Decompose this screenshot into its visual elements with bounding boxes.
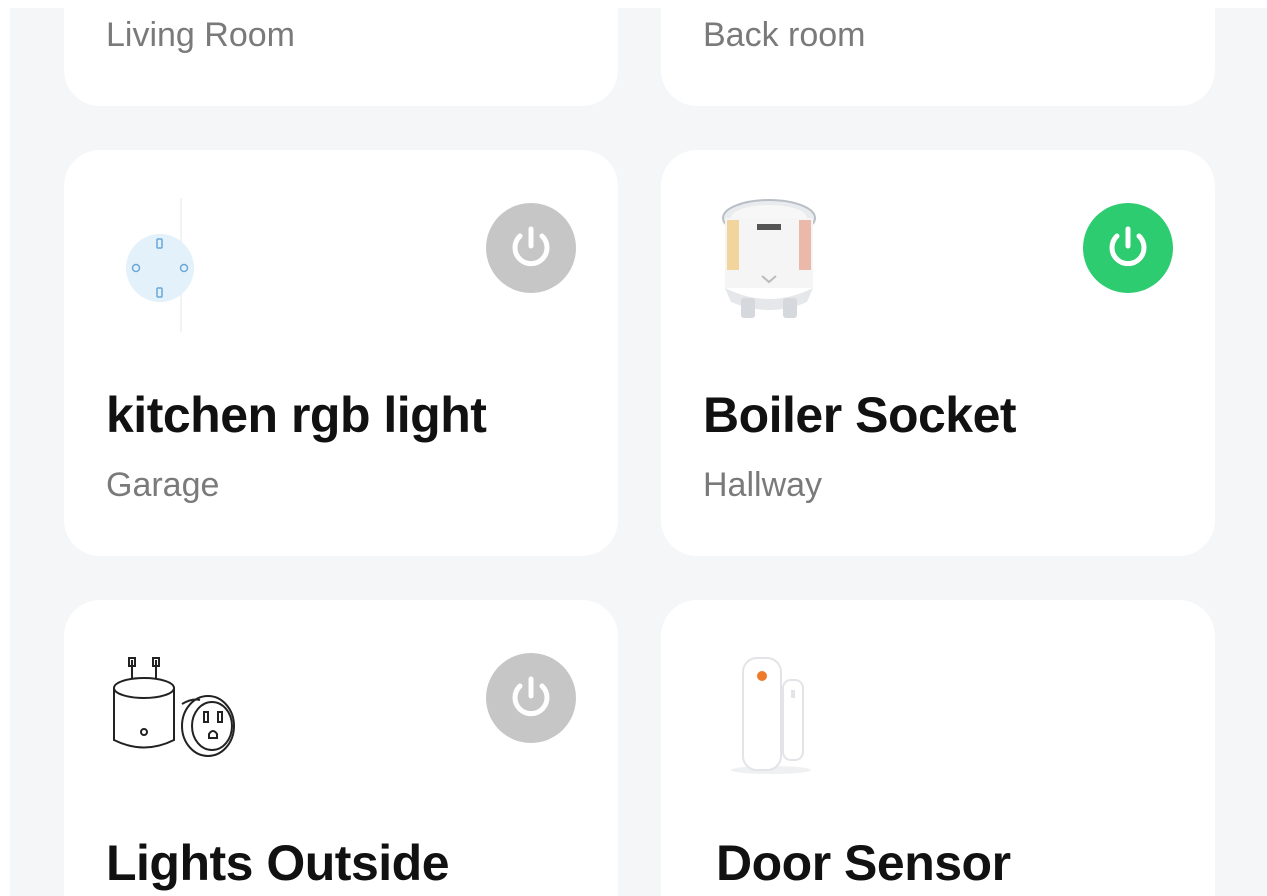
device-grid: Living Room Back room kitchen rgb light … [10,8,1267,896]
power-icon [512,226,550,267]
device-card-door-sensor[interactable]: Door Sensor [661,600,1215,896]
device-name: Lights Outside [106,835,450,891]
device-room-label: Living Room [106,16,295,54]
power-toggle-button[interactable] [486,653,576,743]
smart-socket-photo-icon [697,190,847,340]
power-icon [512,676,550,717]
device-name: Door Sensor [716,835,1011,891]
device-room-label: Garage [106,466,220,504]
smart-plug-outline-icon [100,190,250,340]
device-name: Boiler Socket [703,387,1017,443]
device-card-living-room[interactable]: Living Room [64,8,618,106]
plug-adapter-drawing-icon [100,640,250,790]
device-card-boiler-socket[interactable]: Boiler Socket Hallway [661,150,1215,556]
device-room-label: Back room [703,16,866,54]
device-card-kitchen-rgb-light[interactable]: kitchen rgb light Garage [64,150,618,556]
power-icon [1109,226,1147,267]
device-card-lights-outside[interactable]: Lights Outside [64,600,618,896]
power-toggle-button[interactable] [486,203,576,293]
door-sensor-icon [697,640,847,790]
device-name: kitchen rgb light [106,387,487,443]
device-room-label: Hallway [703,466,823,504]
power-toggle-button[interactable] [1083,203,1173,293]
device-card-back-room[interactable]: Back room [661,8,1215,106]
